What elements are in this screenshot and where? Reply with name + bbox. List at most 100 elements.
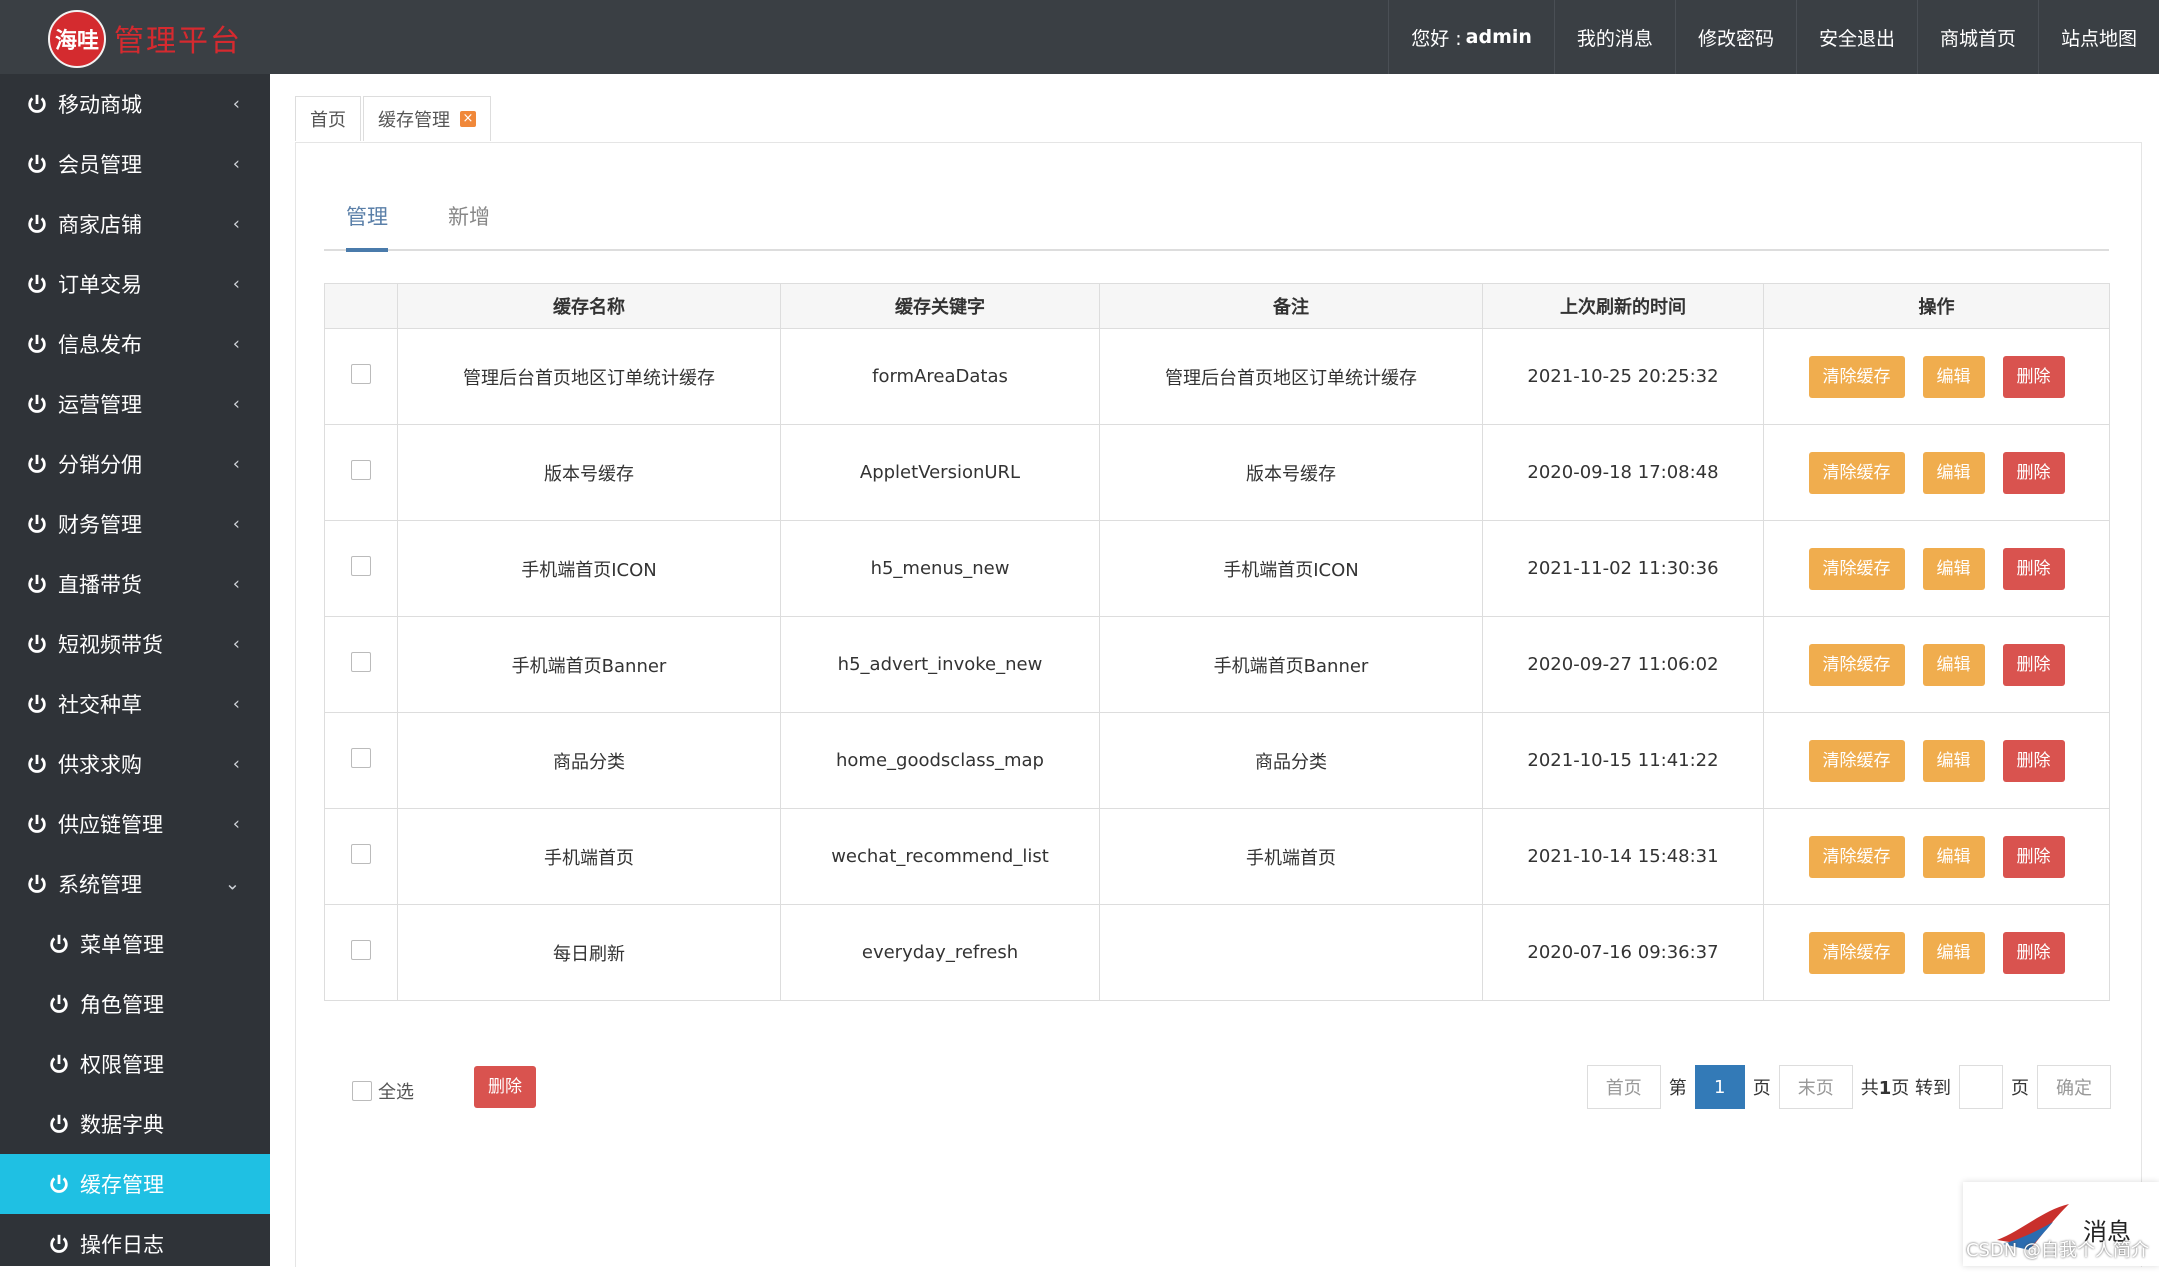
sidebar-subitem-cache[interactable]: 缓存管理 (0, 1154, 270, 1214)
sidebar-item-label: 权限管理 (80, 1053, 164, 1077)
sidebar-item-stores[interactable]: 商家店铺 ‹ (0, 194, 270, 254)
cache-refresh-time: 2020-09-18 17:08:48 (1482, 424, 1764, 521)
last-page-button[interactable]: 末页 (1778, 1065, 1853, 1109)
delete-button[interactable]: 删除 (2002, 355, 2065, 398)
cache-key: h5_advert_invoke_new (780, 616, 1100, 713)
clear-cache-button[interactable]: 清除缓存 (1808, 355, 1905, 398)
delete-button[interactable]: 删除 (2002, 547, 2065, 590)
chevron-left-icon: ‹ (232, 693, 240, 715)
edit-button[interactable]: 编辑 (1922, 931, 1985, 974)
cache-name: 每日刷新 (397, 904, 781, 1001)
sidebar-item-mobile-mall[interactable]: 移动商城 ‹ (0, 74, 270, 134)
delete-button[interactable]: 删除 (2002, 835, 2065, 878)
edit-button[interactable]: 编辑 (1922, 643, 1985, 686)
column-header-key: 缓存关键字 (780, 283, 1100, 329)
clear-cache-button[interactable]: 清除缓存 (1808, 643, 1905, 686)
chevron-left-icon: ‹ (232, 93, 240, 115)
clear-cache-button[interactable]: 清除缓存 (1808, 835, 1905, 878)
clear-cache-button[interactable]: 清除缓存 (1808, 931, 1905, 974)
chevron-down-icon: ⌄ (224, 873, 240, 895)
sidebar-subitem-roles[interactable]: 角色管理 (0, 974, 270, 1034)
sidebar-item-system[interactable]: 系统管理 ⌄ (0, 854, 270, 914)
cache-key: wechat_recommend_list (780, 808, 1100, 905)
sidebar-item-label: 操作日志 (80, 1233, 164, 1257)
goto-label: 页 转到 (1891, 1078, 1951, 1099)
edit-button[interactable]: 编辑 (1922, 835, 1985, 878)
delete-button[interactable]: 删除 (2002, 931, 2065, 974)
first-page-button[interactable]: 首页 (1586, 1065, 1661, 1109)
sidebar-subitem-permissions[interactable]: 权限管理 (0, 1034, 270, 1094)
sidebar-subitem-menu[interactable]: 菜单管理 (0, 914, 270, 974)
column-header-name: 缓存名称 (397, 283, 781, 329)
tab-cache-management[interactable]: 缓存管理 × (363, 96, 491, 141)
bulk-delete-button[interactable]: 删除 (474, 1066, 536, 1108)
power-icon (28, 154, 46, 173)
row-actions: 清除缓存 编辑 删除 (1763, 808, 2110, 905)
row-select-cell (324, 520, 398, 617)
sitemap-link[interactable]: 站点地图 (2037, 0, 2159, 74)
greeting-label: 您好 : (1411, 27, 1462, 50)
delete-button[interactable]: 删除 (2002, 739, 2065, 782)
sidebar-item-orders[interactable]: 订单交易 ‹ (0, 254, 270, 314)
sidebar-item-distribution[interactable]: 分销分佣 ‹ (0, 434, 270, 494)
current-page-button[interactable]: 1 (1694, 1065, 1745, 1109)
sidebar-item-operations[interactable]: 运营管理 ‹ (0, 374, 270, 434)
sidebar-item-social[interactable]: 社交种草 ‹ (0, 674, 270, 734)
clear-cache-button[interactable]: 清除缓存 (1808, 739, 1905, 782)
sidebar-item-short-video[interactable]: 短视频带货 ‹ (0, 614, 270, 674)
logout-link[interactable]: 安全退出 (1795, 0, 1917, 74)
change-password-link[interactable]: 修改密码 (1674, 0, 1796, 74)
cache-name: 管理后台首页地区订单统计缓存 (397, 328, 781, 425)
row-checkbox[interactable] (351, 556, 371, 576)
sidebar-item-info-publish[interactable]: 信息发布 ‹ (0, 314, 270, 374)
row-checkbox[interactable] (351, 652, 371, 672)
sidebar-item-members[interactable]: 会员管理 ‹ (0, 134, 270, 194)
sidebar-item-supply-demand[interactable]: 供求求购 ‹ (0, 734, 270, 794)
power-icon (50, 934, 68, 953)
edit-button[interactable]: 编辑 (1922, 451, 1985, 494)
clear-cache-button[interactable]: 清除缓存 (1808, 451, 1905, 494)
sidebar-subitem-oplog[interactable]: 操作日志 (0, 1214, 270, 1274)
sidebar-item-label: 系统管理 (58, 873, 142, 897)
close-icon[interactable]: × (460, 111, 476, 127)
power-icon (28, 214, 46, 233)
my-messages-link[interactable]: 我的消息 (1553, 0, 1675, 74)
row-checkbox[interactable] (351, 940, 371, 960)
chevron-left-icon: ‹ (232, 633, 240, 655)
sidebar-item-live-commerce[interactable]: 直播带货 ‹ (0, 554, 270, 614)
tab-home[interactable]: 首页 (295, 96, 361, 141)
sidebar-item-label: 供应链管理 (58, 813, 163, 837)
sidebar-item-supply-chain[interactable]: 供应链管理 ‹ (0, 794, 270, 854)
row-checkbox[interactable] (351, 844, 371, 864)
row-checkbox[interactable] (351, 364, 371, 384)
cache-note: 手机端首页Banner (1099, 616, 1483, 713)
cache-key: AppletVersionURL (780, 424, 1100, 521)
tab-add[interactable]: 新增 (448, 201, 490, 249)
clear-cache-button[interactable]: 清除缓存 (1808, 547, 1905, 590)
mall-home-link[interactable]: 商城首页 (1916, 0, 2038, 74)
delete-button[interactable]: 删除 (2002, 643, 2065, 686)
cache-refresh-time: 2021-10-25 20:25:32 (1482, 328, 1764, 425)
cache-note: 手机端首页ICON (1099, 520, 1483, 617)
sidebar-item-label: 信息发布 (58, 333, 142, 357)
goto-suffix-label: 页 (2011, 1078, 2029, 1099)
tab-manage[interactable]: 管理 (346, 201, 388, 252)
power-icon (50, 994, 68, 1013)
select-all-checkbox[interactable] (352, 1081, 372, 1101)
goto-page-input[interactable] (1959, 1065, 2003, 1109)
delete-button[interactable]: 删除 (2002, 451, 2065, 494)
confirm-goto-button[interactable]: 确定 (2037, 1065, 2111, 1109)
sidebar-subitem-dictionary[interactable]: 数据字典 (0, 1094, 270, 1154)
edit-button[interactable]: 编辑 (1922, 739, 1985, 782)
row-checkbox[interactable] (351, 460, 371, 480)
sidebar-item-finance[interactable]: 财务管理 ‹ (0, 494, 270, 554)
row-actions: 清除缓存 编辑 删除 (1763, 520, 2110, 617)
edit-button[interactable]: 编辑 (1922, 547, 1985, 590)
row-checkbox[interactable] (351, 748, 371, 768)
row-actions: 清除缓存 编辑 删除 (1763, 328, 2110, 425)
edit-button[interactable]: 编辑 (1922, 355, 1985, 398)
select-all[interactable]: 全选 (352, 1078, 414, 1104)
sidebar-item-label: 分销分佣 (58, 453, 142, 477)
row-select-cell (324, 616, 398, 713)
pagination: 首页 第 1 页 末页 共1页 转到 页 确定 (1586, 1065, 2111, 1109)
